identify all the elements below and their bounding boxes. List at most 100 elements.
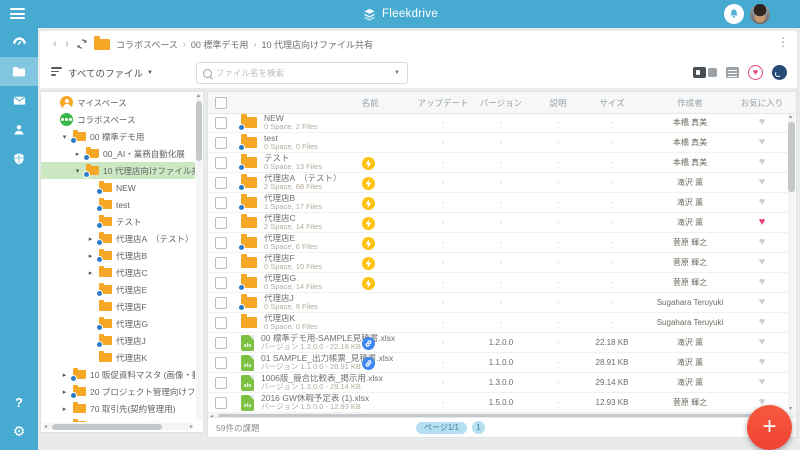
column-header[interactable]: お気に入り xyxy=(740,97,784,109)
chevron-down-icon[interactable]: ▾ xyxy=(60,133,69,141)
chevron-right-icon[interactable]: ▸ xyxy=(86,235,95,243)
column-header[interactable]: 作成者 xyxy=(640,97,740,109)
favorite-heart-icon[interactable]: ♥ xyxy=(759,297,766,308)
row-checkbox[interactable] xyxy=(215,317,227,329)
table-row[interactable]: 代理店E0 Space, 6 Files----菅原 輝之♥ xyxy=(208,233,796,253)
tree-item[interactable]: ▸20 プロジェクト管理向けファイル共有 xyxy=(41,383,195,400)
row-checkbox[interactable] xyxy=(215,197,227,209)
tree-item[interactable]: 代理店K xyxy=(41,349,195,366)
notification-bell-icon[interactable] xyxy=(724,4,744,24)
tree-hscroll-thumb[interactable] xyxy=(52,424,162,430)
breadcrumb-item[interactable]: コラボスペース xyxy=(116,38,178,51)
favorite-heart-icon[interactable]: ♥ xyxy=(759,377,766,388)
table-row[interactable]: テスト0 Space, 13 Files----本橋 真美♥ xyxy=(208,153,796,173)
tree-item[interactable]: 代理店G xyxy=(41,315,195,332)
page-number-button[interactable]: 1 xyxy=(472,421,485,434)
tree-item[interactable]: 代理店E xyxy=(41,281,195,298)
tree-vscroll-thumb[interactable] xyxy=(196,101,202,161)
search-input[interactable] xyxy=(212,68,394,78)
table-vertical-scrollbar[interactable]: ▴ ▾ xyxy=(788,114,795,412)
table-row[interactable]: 代理店G0 Space, 14 Files----菅原 輝之♥ xyxy=(208,273,796,293)
list-view-icon[interactable] xyxy=(726,67,739,78)
table-row[interactable]: 代理店A （テスト）2 Space, 68 Files----滝沢 薫♥ xyxy=(208,173,796,193)
favorite-heart-icon[interactable]: ♥ xyxy=(759,357,766,368)
favorite-heart-icon[interactable]: ♥ xyxy=(759,137,766,148)
table-vscroll-thumb[interactable] xyxy=(788,122,795,192)
user-avatar[interactable] xyxy=(750,4,770,24)
tree-item[interactable]: ▸00_AI・業務自動化展 xyxy=(41,145,195,162)
favorite-heart-icon[interactable]: ♥ xyxy=(759,237,766,248)
refresh-icon[interactable] xyxy=(76,38,88,50)
table-row[interactable]: 代理店B1 Space, 17 Files----滝沢 薫♥ xyxy=(208,193,796,213)
chevron-right-icon[interactable]: ▸ xyxy=(86,252,95,260)
table-row[interactable]: xls01 SAMPLE_出力帳票_見積書.xlsxバージョン 1.1.0.0 … xyxy=(208,353,796,373)
breadcrumb-item[interactable]: 00 標準デモ用 xyxy=(191,38,249,51)
row-checkbox[interactable] xyxy=(215,277,227,289)
forward-icon[interactable]: › xyxy=(62,38,72,50)
add-button[interactable]: + xyxy=(747,405,792,450)
table-row[interactable]: 代理店F0 Space, 10 Files----菅原 輝之♥ xyxy=(208,253,796,273)
chevron-right-icon[interactable]: ▸ xyxy=(86,269,95,277)
row-checkbox[interactable] xyxy=(215,217,227,229)
scroll-down-icon[interactable]: ▾ xyxy=(789,406,792,412)
favorite-heart-icon[interactable]: ♥ xyxy=(759,217,766,228)
chevron-right-icon[interactable]: ▸ xyxy=(60,405,69,413)
chevron-down-icon[interactable]: ▾ xyxy=(73,167,82,175)
favorite-heart-icon[interactable]: ♥ xyxy=(759,337,766,348)
shared-filter-icon[interactable] xyxy=(772,65,787,80)
help-icon[interactable]: ? xyxy=(0,388,38,417)
table-row[interactable]: xls1006版_競合比較表_掲示用.xlsxバージョン 1.3.0.0 - 2… xyxy=(208,373,796,393)
column-header[interactable]: 説明 xyxy=(532,97,584,109)
tree-item[interactable]: ▾10 代理店向けファイル共有 xyxy=(41,162,195,179)
column-header[interactable]: 名前 xyxy=(234,97,416,109)
scroll-up-icon[interactable]: ▴ xyxy=(197,93,200,99)
tree-item[interactable]: マイスペース xyxy=(41,94,195,111)
shield-icon[interactable] xyxy=(0,144,38,173)
scroll-left-icon[interactable]: ◂ xyxy=(44,424,47,430)
table-row[interactable]: NEW0 Space, 2 Files----本橋 真美♥ xyxy=(208,113,796,133)
favorite-heart-icon[interactable]: ♥ xyxy=(759,177,766,188)
chevron-right-icon[interactable]: ▸ xyxy=(60,388,69,396)
search-dropdown-icon[interactable]: ▼ xyxy=(394,70,400,76)
table-row[interactable]: 代理店J0 Space, 9 Files----Sugahara Teruyuk… xyxy=(208,293,796,313)
row-checkbox[interactable] xyxy=(215,137,227,149)
tree-horizontal-scrollbar[interactable]: ◂ ▸ xyxy=(43,423,193,430)
page-indicator[interactable]: ページ1/1 xyxy=(416,422,467,434)
select-all-checkbox[interactable] xyxy=(215,97,227,109)
tree-item[interactable]: コラボスペース xyxy=(41,111,195,128)
tree-item[interactable]: ▸代理店A （テスト） xyxy=(41,230,195,247)
table-row[interactable]: 代理店K0 Space, 0 Files----Sugahara Teruyuk… xyxy=(208,313,796,333)
tree-item[interactable]: ▸10 販促資料マスタ (画像・動画) xyxy=(41,366,195,383)
file-type-dropdown[interactable]: すべてのファイル ▼ xyxy=(68,66,153,80)
tree-item[interactable]: ▾00 標準デモ用 xyxy=(41,128,195,145)
tree-item[interactable]: 代理店J xyxy=(41,332,195,349)
row-checkbox[interactable] xyxy=(215,397,227,409)
column-header[interactable]: サイズ xyxy=(584,97,640,109)
breadcrumb-item[interactable]: 10 代理店向けファイル共有 xyxy=(261,38,373,51)
row-checkbox[interactable] xyxy=(215,337,227,349)
back-icon[interactable]: ‹ xyxy=(50,38,60,50)
tree-item[interactable]: ▸80 WebReport連携 xyxy=(41,417,195,422)
tree-vertical-scrollbar[interactable]: ▴ xyxy=(196,94,202,420)
row-checkbox[interactable] xyxy=(215,257,227,269)
card-view-toggle-icon[interactable] xyxy=(693,67,717,78)
files-folder-icon[interactable] xyxy=(0,57,38,86)
tree-item[interactable]: ▸代理店B xyxy=(41,247,195,264)
favorite-heart-icon[interactable]: ♥ xyxy=(759,157,766,168)
dashboard-gauge-icon[interactable] xyxy=(0,28,38,57)
row-checkbox[interactable] xyxy=(215,357,227,369)
row-checkbox[interactable] xyxy=(215,297,227,309)
chevron-right-icon[interactable]: ▸ xyxy=(60,371,69,379)
settings-gear-icon[interactable]: ⚙ xyxy=(0,417,38,446)
favorite-heart-icon[interactable]: ♥ xyxy=(759,317,766,328)
tree-item[interactable]: ▸70 取引先(契約管理用) xyxy=(41,400,195,417)
tree-item[interactable]: NEW xyxy=(41,179,195,196)
column-header[interactable]: バージョン xyxy=(470,97,532,109)
tree-item[interactable]: テスト xyxy=(41,213,195,230)
mail-icon[interactable] xyxy=(0,86,38,115)
favorite-heart-icon[interactable]: ♥ xyxy=(759,117,766,128)
row-checkbox[interactable] xyxy=(215,177,227,189)
favorite-heart-icon[interactable]: ♥ xyxy=(759,277,766,288)
chevron-right-icon[interactable]: ▸ xyxy=(73,150,82,158)
table-row[interactable]: 代理店C2 Space, 14 Files----滝沢 薫♥ xyxy=(208,213,796,233)
